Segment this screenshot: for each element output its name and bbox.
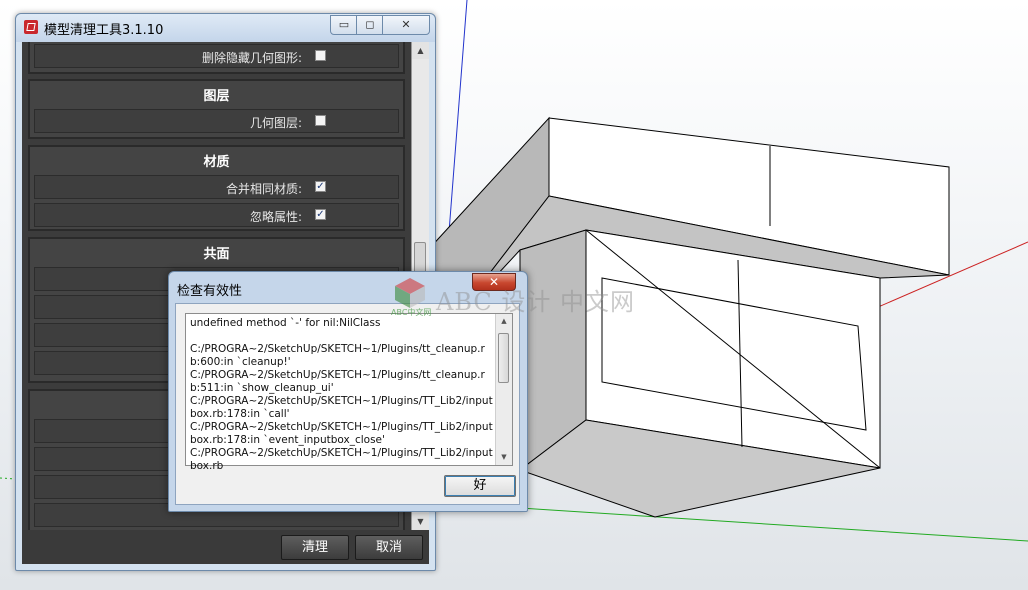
ok-button[interactable]: 好	[444, 475, 516, 497]
sketchup-icon	[24, 20, 38, 34]
option-checkbox[interactable]	[315, 50, 326, 61]
watermark-small-text: ABC中文网	[391, 308, 432, 317]
option-label: 合并相同材质:	[225, 182, 302, 196]
section-title: 共面	[203, 247, 230, 262]
section-materials: 材质 合并相同材质: ✓ 忽略属性: ✓	[28, 145, 405, 231]
option-checkbox[interactable]: ✓	[315, 209, 326, 220]
option-label: 忽略属性:	[249, 210, 302, 224]
option-checkbox[interactable]	[315, 115, 326, 126]
dialog-body: undefined method `-' for nil:NilClass C:…	[175, 303, 520, 505]
option-row: 忽略属性: ✓	[34, 203, 399, 227]
message-scrollbar[interactable]: ▲ ▼	[495, 314, 512, 465]
section-title: 图层	[203, 89, 230, 104]
scroll-up-arrow-icon[interactable]: ▲	[412, 42, 429, 59]
window-titlebar[interactable]: 模型清理工具3.1.10 ▭ ◻ ✕	[16, 14, 435, 42]
option-row: 删除隐藏几何图形:	[34, 44, 399, 68]
scroll-down-arrow-icon[interactable]: ▼	[496, 450, 512, 465]
close-button[interactable]: ✕	[382, 15, 430, 35]
watermark-text: ABC 设计 中文网	[436, 288, 636, 316]
button-bar: 清理 取消	[22, 530, 429, 564]
section-title: 材质	[203, 155, 230, 170]
cancel-button[interactable]: 取消	[355, 535, 423, 560]
green-axis	[519, 507, 1028, 542]
watermark-logo-icon	[395, 278, 425, 308]
scrollbar-thumb[interactable]	[498, 333, 509, 383]
option-label: 删除隐藏几何图形:	[201, 51, 302, 65]
clean-button[interactable]: 清理	[281, 535, 349, 560]
option-label: 几何图层:	[249, 116, 302, 130]
lower-box	[518, 229, 881, 518]
section-layers: 图层 几何图层:	[28, 79, 405, 139]
scroll-down-arrow-icon[interactable]: ▼	[412, 513, 429, 530]
error-message-text: undefined method `-' for nil:NilClass C:…	[190, 317, 493, 472]
section-hidden-geometry: 删除隐藏几何图形:	[28, 42, 405, 74]
option-row: 合并相同材质: ✓	[34, 175, 399, 199]
option-row: 几何图层:	[34, 109, 399, 133]
maximize-button[interactable]: ◻	[356, 15, 384, 35]
blue-axis	[447, 0, 468, 246]
window-title: 模型清理工具3.1.10	[44, 23, 164, 38]
option-checkbox[interactable]: ✓	[315, 181, 326, 192]
error-message-box[interactable]: undefined method `-' for nil:NilClass C:…	[185, 313, 513, 472]
minimize-button[interactable]: ▭	[330, 15, 358, 35]
dialog-title: 检查有效性	[177, 284, 243, 299]
